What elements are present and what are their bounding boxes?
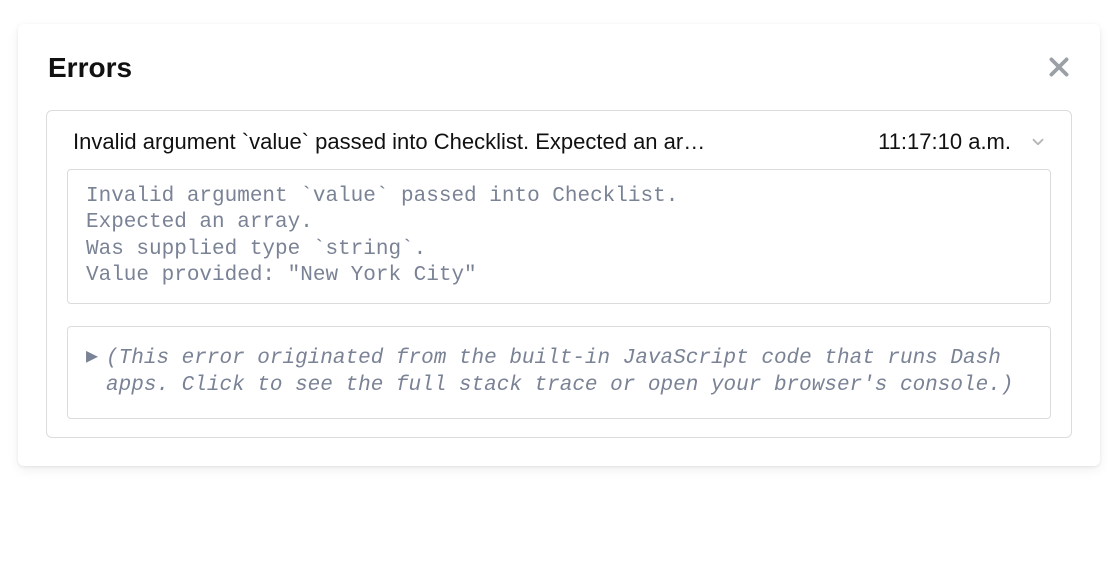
error-detail-box: Invalid argument `value` passed into Che… [67, 169, 1051, 304]
error-detail-text: Invalid argument `value` passed into Che… [86, 184, 1032, 289]
error-summary-row[interactable]: Invalid argument `value` passed into Che… [67, 129, 1051, 169]
expand-arrow-icon: ▶ [86, 345, 98, 371]
panel-title: Errors [48, 52, 132, 84]
error-panel: Errors Invalid argument `value` passed i… [18, 24, 1100, 466]
error-container: Invalid argument `value` passed into Che… [46, 110, 1072, 438]
error-timestamp: 11:17:10 a.m. [878, 129, 1011, 155]
panel-header: Errors [46, 52, 1072, 84]
chevron-down-icon [1029, 133, 1047, 151]
stack-trace-toggle[interactable]: ▶ (This error originated from the built-… [67, 326, 1051, 419]
close-icon [1046, 54, 1072, 83]
close-button[interactable] [1046, 54, 1072, 83]
error-summary-text: Invalid argument `value` passed into Che… [73, 129, 860, 155]
stack-trace-note: (This error originated from the built-in… [106, 345, 1032, 400]
